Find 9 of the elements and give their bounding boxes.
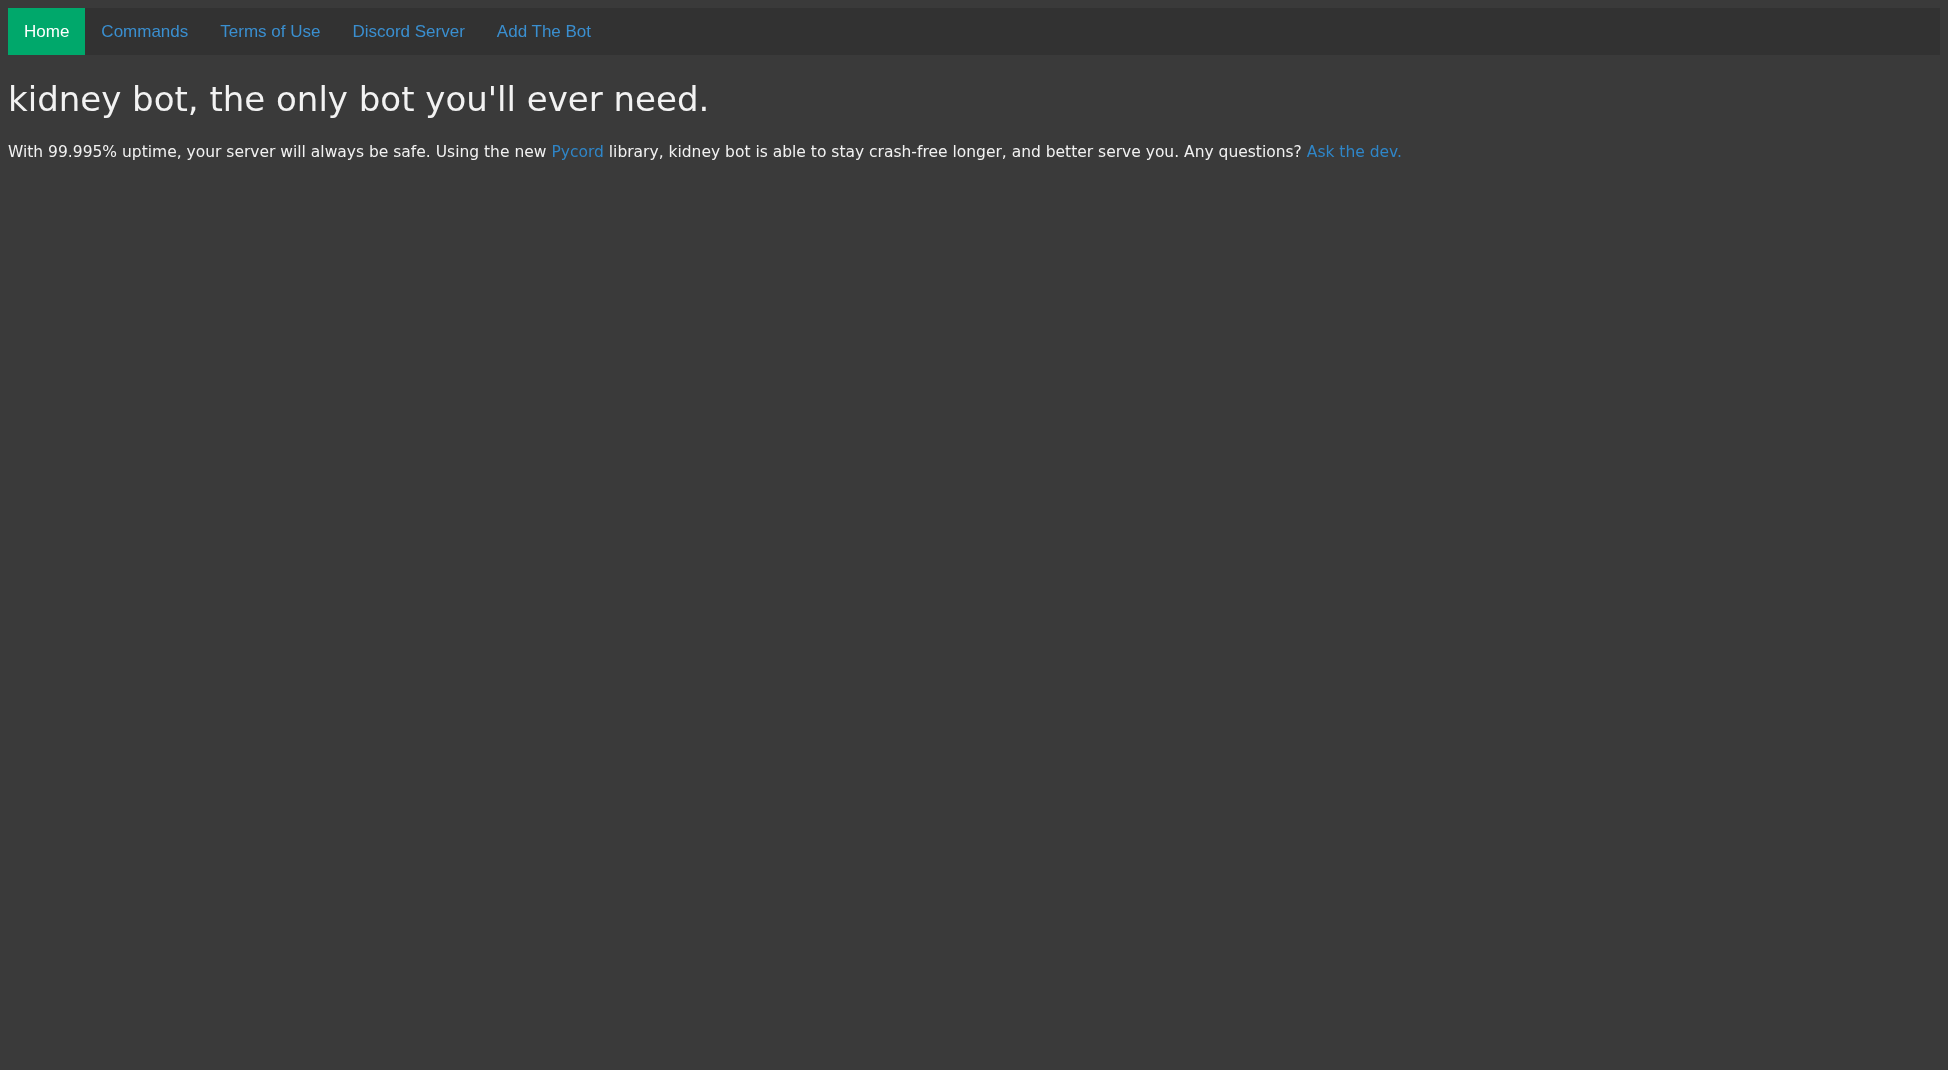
intro-paragraph: With 99.995% uptime, your server will always be safe. Using the new Pycord library, kidney bot is able to stay crash-free longer, and better serve you. Any questions? Ask the dev. (8, 142, 1403, 163)
nav-tab[interactable]: Terms of Use (204, 8, 337, 55)
text-link[interactable]: Ask the dev. (1306, 143, 1402, 161)
page-heading: kidney bot, the only bot you'll ever need. (8, 78, 710, 121)
nav-tab[interactable]: Discord Server (336, 8, 481, 55)
nav-tab[interactable]: Commands (85, 8, 205, 55)
nav-tab[interactable]: Add The Bot (480, 8, 608, 55)
nav-tab[interactable]: Home (8, 8, 86, 55)
text-link[interactable]: Pycord (551, 143, 604, 161)
